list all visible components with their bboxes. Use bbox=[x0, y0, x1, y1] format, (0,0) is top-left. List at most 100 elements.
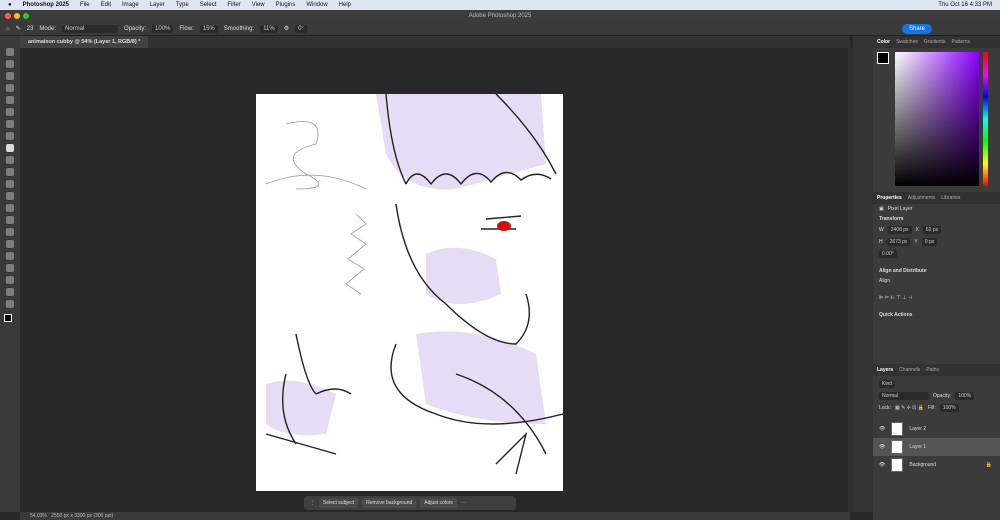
brush-tool-icon[interactable] bbox=[6, 144, 14, 152]
menu-window[interactable]: Window bbox=[306, 2, 327, 8]
menu-image[interactable]: Image bbox=[122, 2, 139, 8]
opacity-field[interactable]: 100% bbox=[152, 24, 174, 33]
tab-swatches[interactable]: Swatches bbox=[896, 39, 918, 45]
eye-icon[interactable]: 👁 bbox=[879, 462, 885, 468]
fill-field[interactable]: 100% bbox=[939, 404, 959, 412]
lock-icons[interactable]: ▦ ✎ ✛ ⊡ 🔒 bbox=[895, 405, 924, 411]
select-subject-button[interactable]: Select subject bbox=[319, 498, 359, 508]
blend-mode-select[interactable]: Normal bbox=[879, 392, 929, 400]
tab-adjustments[interactable]: Adjustments bbox=[908, 195, 936, 201]
tab-patterns[interactable]: Patterns bbox=[951, 39, 970, 45]
y-field[interactable]: 0 px bbox=[921, 238, 938, 246]
app-menu[interactable]: Photoshop 2025 bbox=[23, 2, 69, 8]
zoom-button[interactable] bbox=[23, 13, 29, 19]
home-icon[interactable]: ⌂ bbox=[6, 26, 10, 32]
quick-actions-heading[interactable]: Quick Actions bbox=[879, 312, 912, 318]
more-tools-icon[interactable] bbox=[6, 300, 14, 308]
adjust-colors-button[interactable]: Adjust colors bbox=[420, 498, 457, 508]
transform-heading[interactable]: Transform bbox=[879, 216, 903, 222]
align-heading[interactable]: Align and Distribute bbox=[879, 268, 927, 274]
tab-channels[interactable]: Channels bbox=[899, 367, 920, 373]
quick-select-tool-icon[interactable] bbox=[6, 84, 14, 92]
gear-icon[interactable]: ⚙ bbox=[284, 25, 289, 32]
share-button[interactable]: Share bbox=[901, 24, 932, 34]
layer-name[interactable]: Background bbox=[909, 462, 936, 468]
layer-row-selected[interactable]: 👁 Layer 1 bbox=[873, 438, 1000, 456]
zoom-tool-icon[interactable] bbox=[6, 288, 14, 296]
shape-tool-icon[interactable] bbox=[6, 264, 14, 272]
eraser-tool-icon[interactable] bbox=[6, 180, 14, 188]
hand-tool-icon[interactable] bbox=[6, 276, 14, 284]
crop-tool-icon[interactable] bbox=[6, 96, 14, 104]
minimize-button[interactable] bbox=[14, 13, 20, 19]
menu-view[interactable]: View bbox=[252, 2, 265, 8]
eyedropper-tool-icon[interactable] bbox=[6, 120, 14, 128]
fill-label: Fill: bbox=[928, 405, 936, 411]
menu-select[interactable]: Select bbox=[200, 2, 217, 8]
flow-label: Flow: bbox=[179, 25, 194, 32]
layer-kind: Pixel Layer bbox=[887, 206, 913, 212]
blur-tool-icon[interactable] bbox=[6, 204, 14, 212]
foreground-color-swatch[interactable] bbox=[4, 314, 12, 322]
move-tool-icon[interactable] bbox=[6, 48, 14, 56]
layer-row[interactable]: 👁 Background 🔒 bbox=[873, 456, 1000, 474]
zoom-level[interactable]: 54.03% bbox=[30, 513, 47, 519]
align-buttons-icon[interactable]: ⊫ ⊨ ⊩ ⊤ ⊥ ⊣ bbox=[879, 295, 912, 301]
brush-icon[interactable]: ✎ bbox=[16, 25, 21, 32]
tab-layers[interactable]: Layers bbox=[877, 367, 893, 373]
lasso-tool-icon[interactable] bbox=[6, 72, 14, 80]
dodge-tool-icon[interactable] bbox=[6, 216, 14, 224]
layer-name[interactable]: Layer 1 bbox=[909, 444, 926, 450]
tab-properties[interactable]: Properties bbox=[877, 195, 902, 201]
more-options-icon[interactable]: ⋯ bbox=[461, 500, 466, 506]
menu-layer[interactable]: Layer bbox=[150, 2, 165, 8]
menu-plugins[interactable]: Plugins bbox=[276, 2, 296, 8]
pen-tool-icon[interactable] bbox=[6, 228, 14, 236]
menu-type[interactable]: Type bbox=[176, 2, 189, 8]
layer-opacity-field[interactable]: 100% bbox=[955, 392, 975, 400]
gradient-tool-icon[interactable] bbox=[6, 192, 14, 200]
marquee-tool-icon[interactable] bbox=[6, 60, 14, 68]
history-brush-icon[interactable] bbox=[6, 168, 14, 176]
angle-field[interactable]: 0° bbox=[295, 24, 307, 33]
angle-field[interactable]: 0.00° bbox=[879, 250, 897, 258]
fg-bg-swatch[interactable] bbox=[877, 52, 889, 64]
eye-icon[interactable]: 👁 bbox=[879, 444, 885, 450]
type-tool-icon[interactable] bbox=[6, 240, 14, 248]
tab-libraries[interactable]: Libraries bbox=[941, 195, 960, 201]
menu-file[interactable]: File bbox=[80, 2, 90, 8]
flow-field[interactable]: 15% bbox=[199, 24, 218, 33]
color-picker-field[interactable] bbox=[895, 52, 979, 186]
brush-size[interactable]: 23 bbox=[27, 26, 34, 32]
eye-icon[interactable]: 👁 bbox=[879, 426, 885, 432]
menu-edit[interactable]: Edit bbox=[101, 2, 111, 8]
healing-tool-icon[interactable] bbox=[6, 132, 14, 140]
tab-paths[interactable]: Paths bbox=[926, 367, 939, 373]
hue-slider[interactable] bbox=[983, 52, 988, 186]
frame-tool-icon[interactable] bbox=[6, 108, 14, 116]
document-tabs: animaison cubby @ 54% (Layer 1, RGB/8) * bbox=[20, 36, 850, 48]
sketch-artwork bbox=[265, 93, 564, 475]
path-select-tool-icon[interactable] bbox=[6, 252, 14, 260]
width-field[interactable]: 2408 px bbox=[887, 226, 912, 234]
apple-icon[interactable]: ● bbox=[8, 2, 12, 8]
menu-help[interactable]: Help bbox=[339, 2, 351, 8]
height-field[interactable]: 2673 px bbox=[886, 238, 911, 246]
drag-handle-icon[interactable]: ⋮ bbox=[310, 500, 315, 506]
tab-gradients[interactable]: Gradients bbox=[924, 39, 946, 45]
mode-select[interactable]: Normal bbox=[62, 24, 119, 33]
smoothing-field[interactable]: 11% bbox=[260, 24, 278, 33]
right-panels: Color Swatches Gradients Patterns Proper… bbox=[873, 36, 1000, 520]
x-field[interactable]: 62 px bbox=[922, 226, 942, 234]
stamp-tool-icon[interactable] bbox=[6, 156, 14, 164]
layer-name[interactable]: Layer 2 bbox=[909, 426, 926, 432]
document-tab[interactable]: animaison cubby @ 54% (Layer 1, RGB/8) * bbox=[20, 36, 149, 48]
clock[interactable]: Thu Oct 16 4:33 PM bbox=[938, 2, 992, 8]
remove-background-button[interactable]: Remove background bbox=[362, 498, 417, 508]
menu-filter[interactable]: Filter bbox=[227, 2, 240, 8]
layer-row[interactable]: 👁 Layer 2 bbox=[873, 420, 1000, 438]
document-canvas[interactable] bbox=[256, 93, 564, 491]
layer-filter[interactable]: Kind bbox=[879, 380, 896, 388]
tab-color[interactable]: Color bbox=[877, 39, 890, 45]
close-window-button[interactable] bbox=[5, 13, 11, 19]
